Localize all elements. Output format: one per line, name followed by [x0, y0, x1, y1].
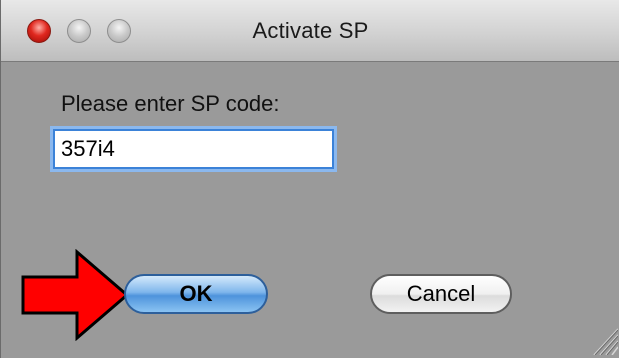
cancel-button[interactable]: Cancel	[370, 274, 512, 314]
sp-code-prompt-label: Please enter SP code:	[61, 91, 280, 116]
ok-button[interactable]: OK	[124, 274, 268, 314]
title-bar[interactable]: Activate SP	[1, 0, 619, 62]
red-arrow-icon	[21, 249, 130, 341]
window-title: Activate SP	[252, 18, 369, 43]
activate-sp-dialog: Activate SP Please enter SP code: 357i4 …	[0, 0, 619, 358]
sp-code-input[interactable]: 357i4	[53, 129, 334, 169]
resize-grip-icon[interactable]	[590, 325, 618, 355]
